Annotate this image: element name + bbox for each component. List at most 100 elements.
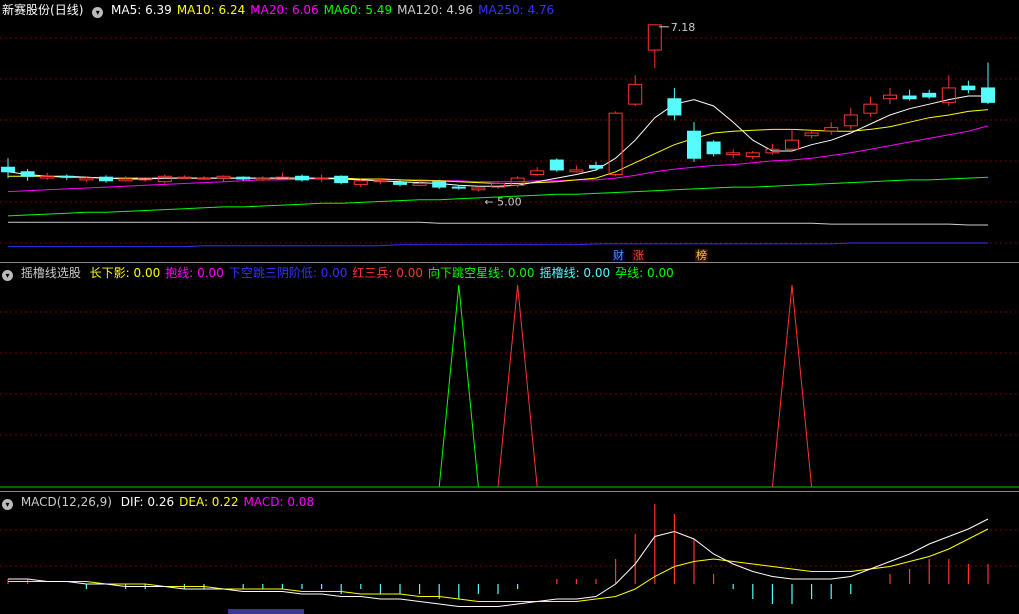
candle[interactable] xyxy=(255,176,270,181)
horizontal-scrollbar[interactable] xyxy=(228,609,304,614)
macd-name[interactable]: MACD(12,26,9) xyxy=(21,495,112,509)
candle[interactable] xyxy=(549,158,564,172)
period-label[interactable]: (日线) xyxy=(50,3,83,17)
candle-body xyxy=(628,83,643,105)
kline-panel[interactable]: 新赛股份(日线) ▾ MA5: 6.39 MA10: 6.24 MA20: 6.06… xyxy=(0,0,1019,262)
candle[interactable] xyxy=(804,131,819,139)
kline-grid xyxy=(0,37,1019,244)
badge-rise[interactable]: 涨 xyxy=(632,249,645,262)
candle[interactable] xyxy=(628,75,643,106)
candle-body xyxy=(99,176,113,182)
candle[interactable] xyxy=(20,169,35,181)
candle[interactable] xyxy=(961,80,976,94)
candle[interactable] xyxy=(883,87,897,105)
candle-body xyxy=(883,94,897,100)
macd-legend-item-1: DEA: 0.22 xyxy=(179,495,239,509)
candle-body xyxy=(59,175,74,178)
macd-chart[interactable] xyxy=(0,492,1019,614)
candle[interactable] xyxy=(785,129,799,152)
ma-legend-item-3: MA60: 5.49 xyxy=(323,3,393,17)
ma-legend-item-1: MA10: 6.24 xyxy=(176,3,246,17)
candle[interactable] xyxy=(922,89,937,99)
candle[interactable] xyxy=(647,24,662,69)
signal-spike xyxy=(771,284,813,488)
candle[interactable] xyxy=(491,181,505,189)
candle[interactable] xyxy=(589,161,603,171)
stock-name[interactable]: 新赛股份 xyxy=(2,3,50,17)
candle[interactable] xyxy=(981,62,995,105)
candle-body xyxy=(922,92,937,98)
ma5-line xyxy=(7,95,988,187)
macd-legend: ▾ MACD(12,26,9) DIF: 0.26 DEA: 0.22 MACD: … xyxy=(2,494,324,510)
candle-body xyxy=(236,176,251,180)
candle[interactable] xyxy=(687,122,701,162)
candle-body xyxy=(20,171,35,177)
candle[interactable] xyxy=(843,107,858,130)
candle[interactable] xyxy=(902,89,917,101)
candle-body xyxy=(569,169,584,173)
candle[interactable] xyxy=(765,143,780,155)
macd-values: DIF: 0.26 DEA: 0.22 MACD: 0.08 xyxy=(121,495,319,509)
candle[interactable] xyxy=(216,175,231,182)
candle-body xyxy=(667,98,682,116)
candle[interactable] xyxy=(40,172,55,180)
candle[interactable] xyxy=(157,174,172,184)
ma-legend-item-4: MA120: 4.96 xyxy=(397,3,474,17)
candle-body xyxy=(706,141,721,155)
ma-legend: MA5: 6.39 MA10: 6.24 MA20: 6.06 MA60: 5.49 M… xyxy=(111,3,559,17)
candle-body xyxy=(961,85,976,91)
candle-body xyxy=(726,152,741,156)
candle[interactable] xyxy=(824,122,839,135)
candle[interactable] xyxy=(471,186,486,192)
macd-legend-item-2: MACD: 0.08 xyxy=(243,495,315,509)
candle[interactable] xyxy=(314,174,329,182)
chevron-down-icon[interactable]: ▾ xyxy=(2,499,13,510)
indicator-name[interactable]: 摇橹线选股 xyxy=(21,266,81,280)
candle[interactable] xyxy=(569,165,584,173)
candle[interactable] xyxy=(608,111,623,177)
candle[interactable] xyxy=(432,179,447,189)
candle[interactable] xyxy=(393,179,407,187)
candle-body xyxy=(471,187,486,191)
candle-body xyxy=(785,139,799,150)
candle-body xyxy=(863,103,878,114)
badge-rank[interactable]: 榜 xyxy=(695,249,708,262)
candle-body xyxy=(647,24,662,51)
candle[interactable] xyxy=(177,175,192,179)
ma250-line xyxy=(8,242,988,248)
candle-body xyxy=(804,132,819,137)
indicator-panel[interactable]: ▾ 摇橹线选股 长下影: 0.00 抱线: 0.00 下空跳三阴阶低: 0.00 红三… xyxy=(0,263,1019,491)
candle[interactable] xyxy=(197,176,211,180)
candle[interactable] xyxy=(275,172,290,180)
signal-legend: 长下影: 0.00 抱线: 0.00 下空跳三阴阶低: 0.00 红三兵: 0.00 向… xyxy=(90,266,679,280)
candle[interactable] xyxy=(138,177,153,182)
candle[interactable] xyxy=(726,149,741,159)
candle[interactable] xyxy=(941,75,956,106)
candle[interactable] xyxy=(99,175,113,183)
candle-body xyxy=(79,177,94,181)
ma120-line xyxy=(8,221,988,226)
macd-panel[interactable]: ▾ MACD(12,26,9) DIF: 0.26 DEA: 0.22 MACD: … xyxy=(0,492,1019,614)
candle[interactable] xyxy=(118,176,133,182)
candle[interactable] xyxy=(667,87,682,121)
candle-body xyxy=(412,182,427,186)
candle[interactable] xyxy=(706,140,721,157)
candle-body xyxy=(902,95,917,100)
candle[interactable] xyxy=(863,96,878,117)
candle[interactable] xyxy=(1,158,15,179)
candle[interactable] xyxy=(334,175,349,185)
candle[interactable] xyxy=(59,174,74,180)
chevron-down-icon[interactable]: ▾ xyxy=(2,270,13,281)
signal-legend-item-1: 抱线: 0.00 xyxy=(165,266,224,280)
candle-body xyxy=(216,175,231,179)
macd-grid xyxy=(0,529,1019,567)
chevron-down-icon[interactable]: ▾ xyxy=(92,7,104,18)
candle[interactable] xyxy=(745,151,760,160)
candle[interactable] xyxy=(295,174,309,182)
candle[interactable] xyxy=(530,167,545,177)
kline-chart[interactable]: 7.18 ← 5.00 xyxy=(0,0,1019,262)
badge-finance[interactable]: 财 xyxy=(612,249,625,262)
candle-body xyxy=(353,180,368,185)
signal-legend-item-3: 红三兵: 0.00 xyxy=(352,266,423,280)
indicator-chart[interactable] xyxy=(0,263,1019,491)
